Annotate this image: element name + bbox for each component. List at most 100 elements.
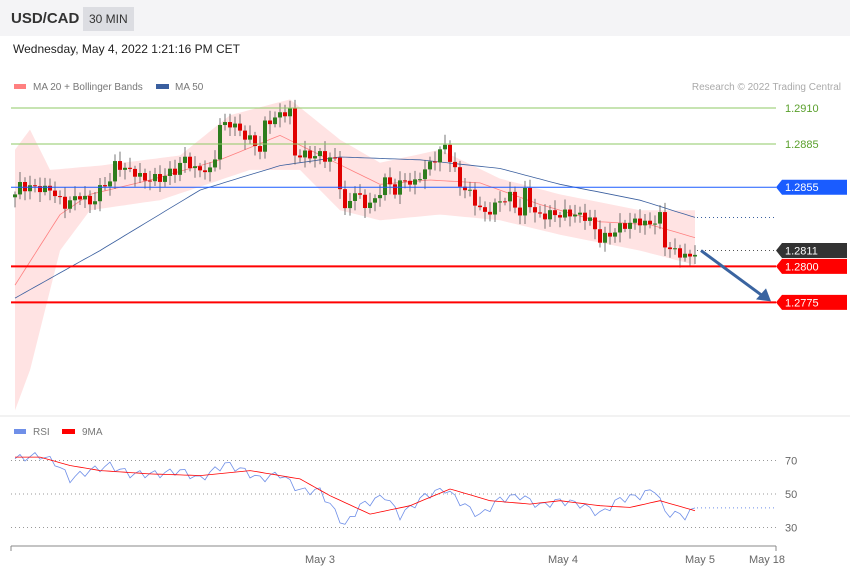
rsi-panel: 70 50 30 xyxy=(11,452,797,535)
candle-body xyxy=(603,232,607,243)
rsi-ma-legend-swatch xyxy=(62,429,75,434)
candle-body xyxy=(573,214,577,217)
candle-body xyxy=(503,201,507,203)
candle-body xyxy=(523,187,527,216)
rsi-tick-label: 50 xyxy=(785,489,797,501)
candle-body xyxy=(498,201,502,203)
copyright: Research © 2022 Trading Central xyxy=(692,82,841,93)
candle-body xyxy=(278,112,282,118)
ma50-legend-swatch xyxy=(156,84,169,89)
pivot-label: 1.2855 xyxy=(785,182,819,194)
candle-body xyxy=(298,155,302,158)
candle-body xyxy=(378,195,382,199)
candle-body xyxy=(528,187,532,208)
candle-body xyxy=(103,185,107,187)
candle-body xyxy=(313,156,317,159)
candle-body xyxy=(243,130,247,140)
candle-body xyxy=(373,198,377,203)
candle-body xyxy=(213,159,217,168)
candle-body xyxy=(238,123,242,131)
candle-body xyxy=(128,167,132,169)
candle-body xyxy=(223,122,227,126)
x-tick-label: May 3 xyxy=(305,554,335,566)
candle-body xyxy=(493,202,497,215)
candle-body xyxy=(543,213,547,220)
candle-body xyxy=(183,156,187,163)
rsi-line xyxy=(14,452,696,525)
candle-body xyxy=(188,156,192,169)
candle-body xyxy=(108,181,112,187)
candle-body xyxy=(273,117,277,125)
candle-body xyxy=(643,220,647,226)
candle-body xyxy=(438,149,442,163)
candle-body xyxy=(178,162,182,175)
candle-body xyxy=(668,247,672,250)
candle-body xyxy=(518,207,522,216)
rsi-legend-swatch xyxy=(14,429,26,434)
candle-body xyxy=(483,207,487,212)
ma20-legend-label: MA 20 + Bollinger Bands xyxy=(33,82,143,93)
candle-body xyxy=(303,150,307,158)
candle-body xyxy=(288,108,292,117)
candle-body xyxy=(113,161,117,182)
candle-body xyxy=(73,196,77,201)
resistance-label: 1.2885 xyxy=(785,139,819,151)
candle-body xyxy=(158,174,162,182)
candle-body xyxy=(658,212,662,224)
candle-body xyxy=(678,248,682,258)
time-axis: May 3 May 4 May 5 May 18 xyxy=(10,545,785,566)
candle-body xyxy=(423,169,427,180)
candle-body xyxy=(138,173,142,177)
forecast-arrow-shaft xyxy=(700,249,763,297)
ma20-legend-swatch xyxy=(14,84,26,89)
candle-body xyxy=(453,161,457,168)
candle-body xyxy=(168,168,172,176)
candle-body xyxy=(598,229,602,243)
candle-body xyxy=(363,194,367,209)
bollinger-band-area xyxy=(15,99,695,411)
candle-body xyxy=(653,223,657,225)
candle-body xyxy=(693,254,697,257)
candle-body xyxy=(413,179,417,185)
candle-body xyxy=(633,218,637,223)
candle-body xyxy=(18,182,22,195)
candle-body xyxy=(143,173,147,181)
candle-body xyxy=(193,166,197,169)
candle-body xyxy=(393,184,397,195)
candle-body xyxy=(608,232,612,237)
candle-body xyxy=(513,191,517,208)
candle-body xyxy=(538,212,542,214)
candle-body xyxy=(623,223,627,229)
x-tick-label: May 18 xyxy=(749,554,785,566)
candle-body xyxy=(133,168,137,177)
candle-body xyxy=(408,180,412,185)
candle-body xyxy=(343,189,347,209)
candle-body xyxy=(588,217,592,221)
last-label: 1.2811 xyxy=(785,246,818,258)
candle-body xyxy=(673,248,677,250)
candle-body xyxy=(458,167,462,187)
candle-body xyxy=(578,212,582,215)
candle-body xyxy=(508,191,512,202)
candle-body xyxy=(78,196,82,200)
candle-body xyxy=(338,157,342,190)
candle-body xyxy=(228,122,232,128)
candle-body xyxy=(683,253,687,258)
candle-body xyxy=(568,209,572,217)
candle-body xyxy=(123,167,127,170)
candle-body xyxy=(618,223,622,233)
candle-body xyxy=(63,196,67,209)
candle-body xyxy=(388,177,392,185)
price-level-support: 1.2775 xyxy=(11,294,847,310)
candle-body xyxy=(688,253,692,257)
ma50-legend-label: MA 50 xyxy=(175,82,204,93)
candle-body xyxy=(118,161,122,170)
candle-body xyxy=(173,168,177,175)
candle-body xyxy=(553,210,557,216)
candle-body xyxy=(203,170,207,173)
candle xyxy=(293,99,297,165)
candle-body xyxy=(33,185,37,187)
price-level-last: 1.2811 xyxy=(697,243,847,259)
candle-body xyxy=(333,157,337,159)
candle-body xyxy=(663,212,667,248)
